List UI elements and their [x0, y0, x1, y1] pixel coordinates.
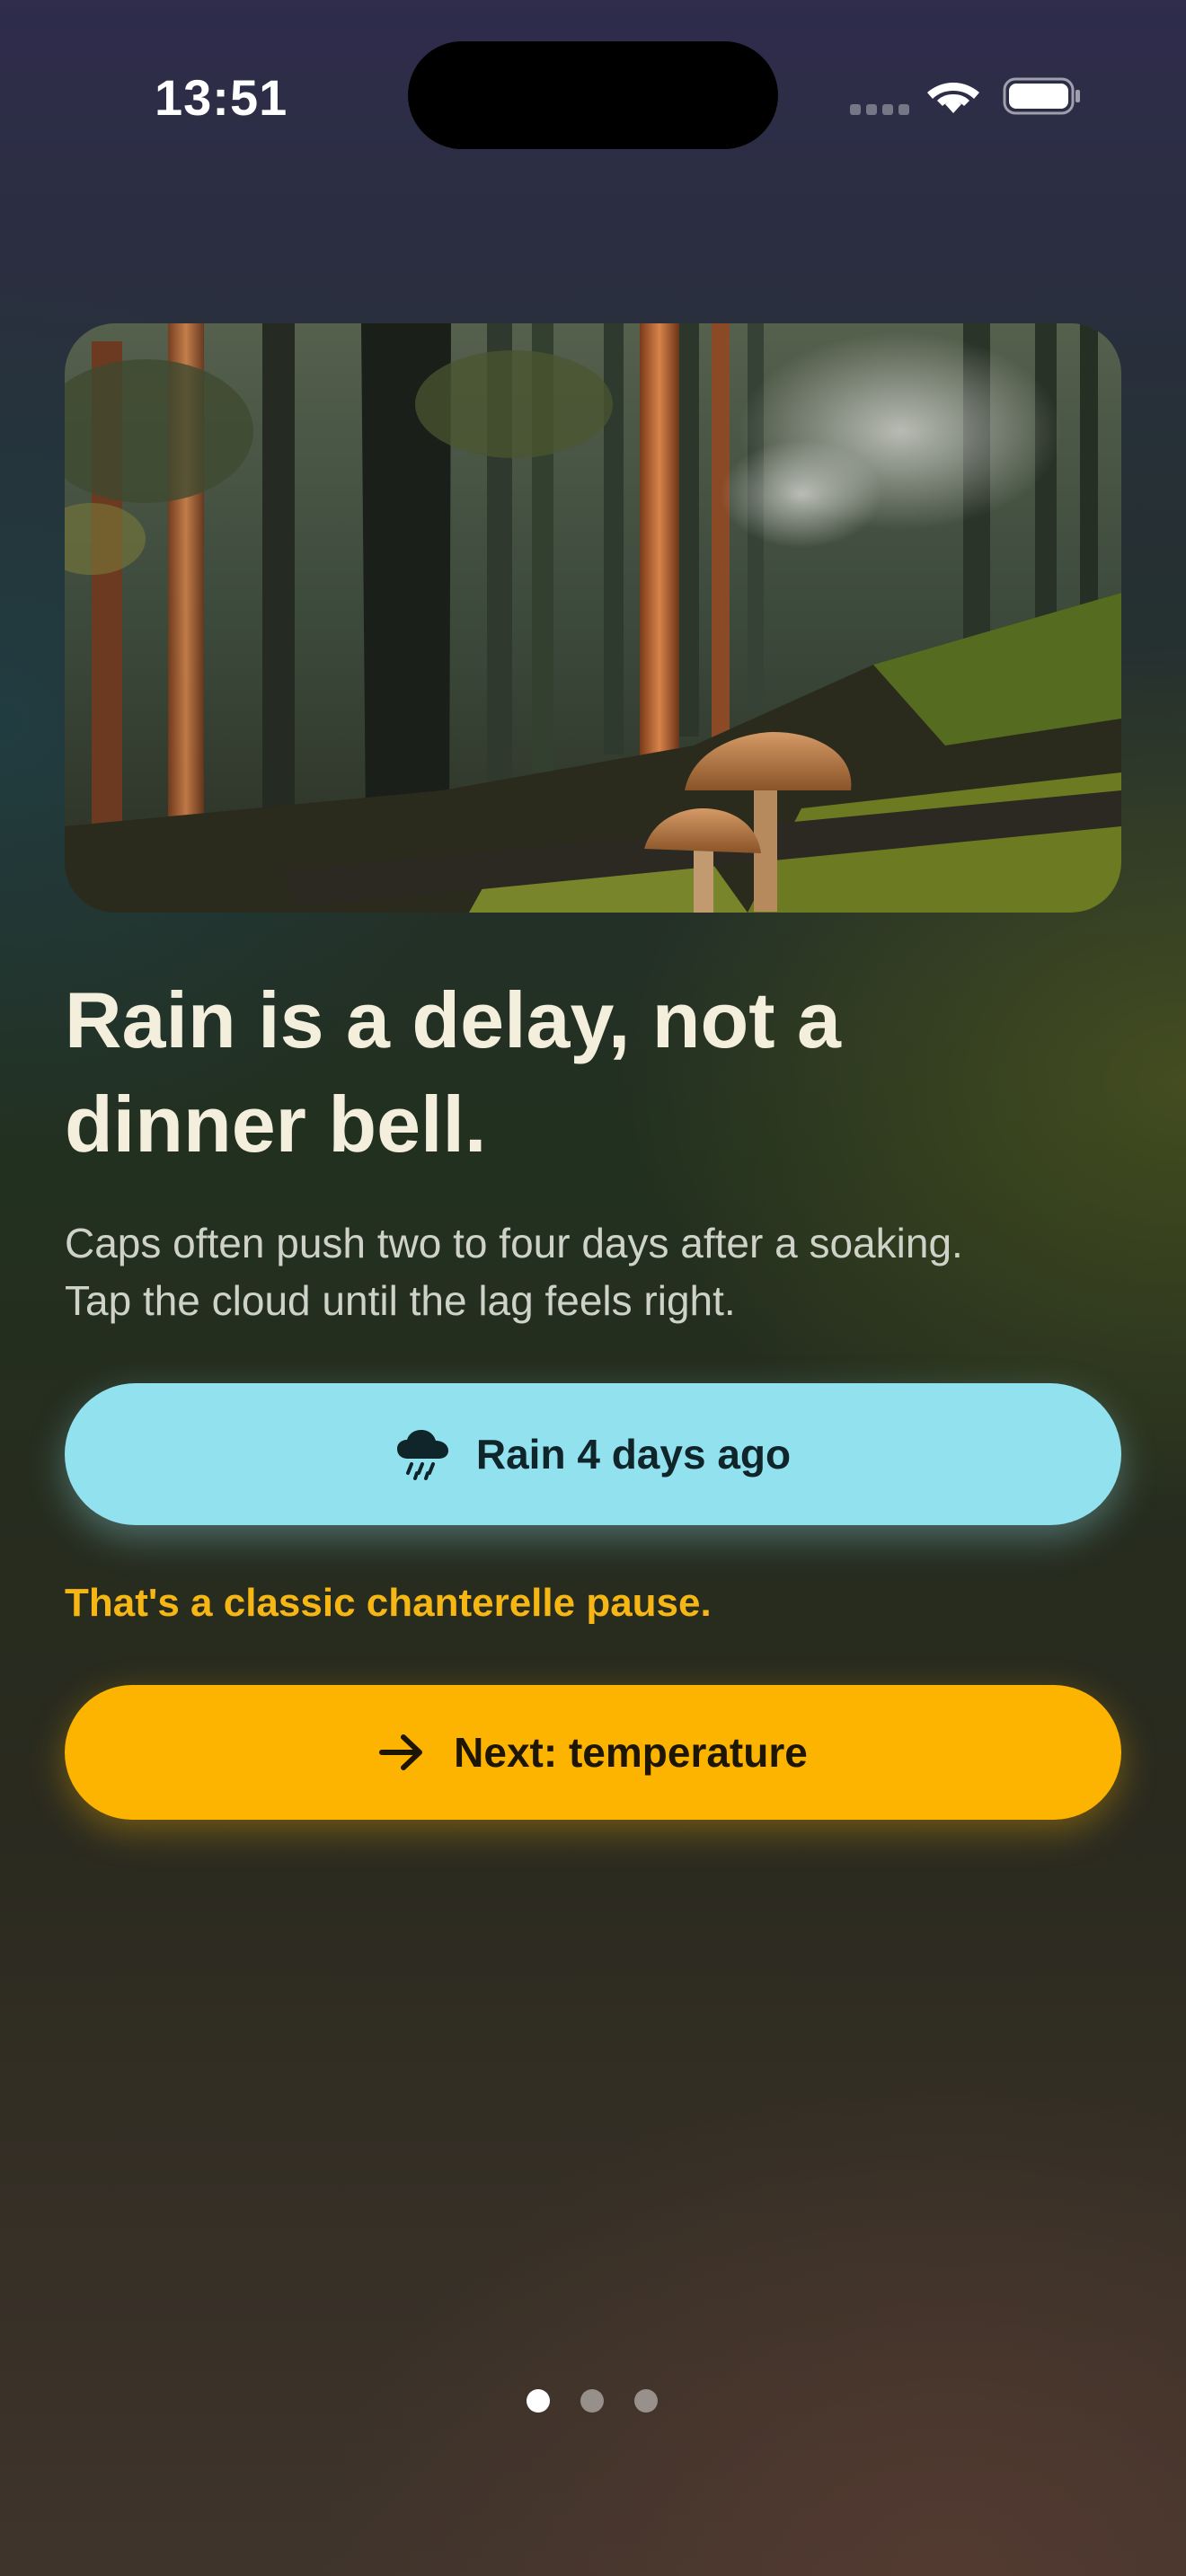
rain-days-label: Rain 4 days ago: [475, 1431, 792, 1478]
headline-line-2: dinner bell.: [65, 1080, 487, 1169]
wifi-icon: [927, 83, 979, 113]
subtext-line-1: Caps often push two to four days after a…: [65, 1220, 963, 1266]
next-temperature-button[interactable]: Next: temperature: [65, 1685, 1121, 1820]
page-dot-2[interactable]: [580, 2389, 604, 2413]
arrow-right-icon: [379, 1734, 423, 1770]
page-indicator: [527, 2389, 661, 2416]
page-dot-1[interactable]: [527, 2389, 550, 2413]
page-dot-3[interactable]: [634, 2389, 658, 2413]
headline-line-1: Rain is a delay, not a: [65, 975, 841, 1064]
status-bar: 13:51: [0, 0, 1186, 180]
cloud-rain-icon: [396, 1430, 448, 1480]
dynamic-island: [408, 41, 778, 149]
subtext: Caps often push two to four days after a…: [65, 1214, 1125, 1329]
next-button-label: Next: temperature: [454, 1729, 808, 1776]
rain-days-button[interactable]: Rain 4 days ago: [65, 1383, 1121, 1525]
cellular-signal-icon: [850, 104, 909, 115]
battery-icon: [1003, 77, 1080, 115]
feedback-text: That's a classic chanterelle pause.: [65, 1581, 712, 1625]
headline: Rain is a delay, not a dinner bell.: [65, 968, 1053, 1177]
forest-mushroom-image: [65, 323, 1121, 913]
status-time: 13:51: [155, 69, 288, 126]
subtext-line-2: Tap the cloud until the lag feels right.: [65, 1277, 736, 1324]
hero-image: [65, 323, 1121, 913]
